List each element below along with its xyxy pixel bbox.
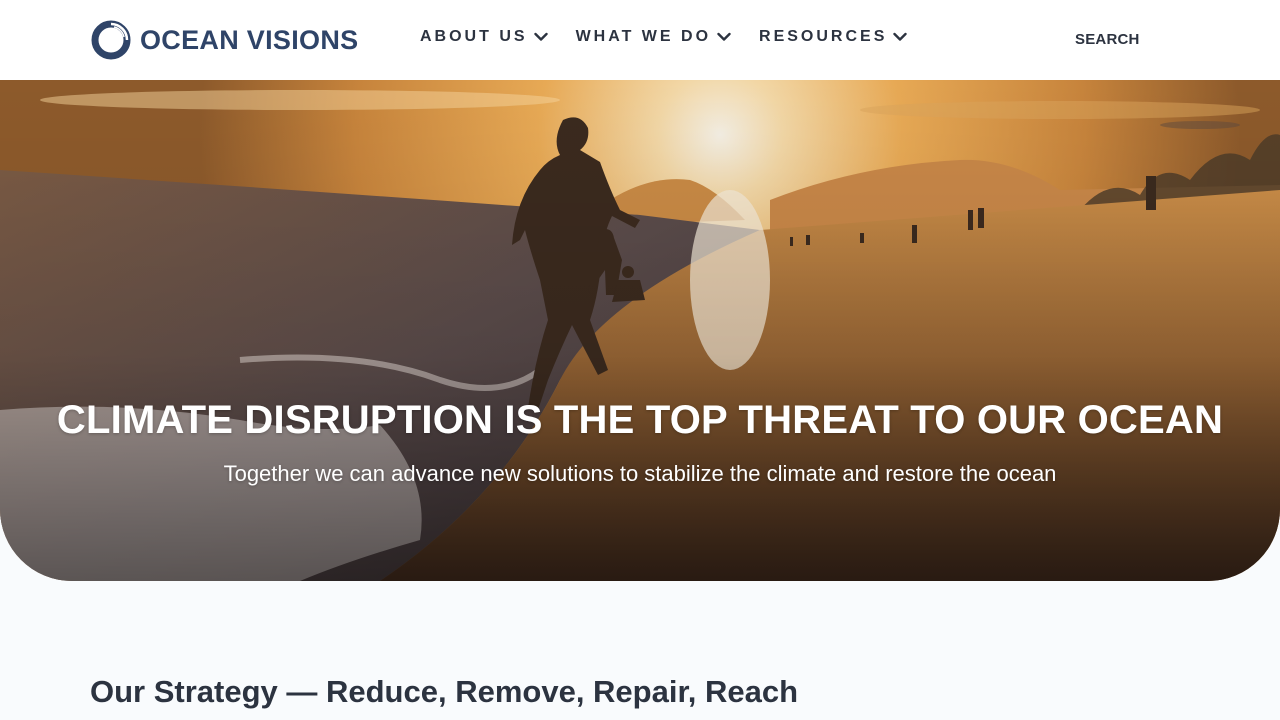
logo-text: OCEAN VISIONS [140, 24, 359, 55]
nav-about-us-label: ABOUT US [420, 28, 528, 45]
hero-subtitle: Together we can advance new solutions to… [223, 461, 1057, 486]
chevron-down-icon [533, 32, 548, 41]
hero-banner: CLIMATE DISRUPTION IS THE TOP THREAT TO … [0, 80, 1280, 581]
ocean-visions-logo-icon [91, 20, 131, 60]
chevron-down-icon [893, 32, 908, 41]
nav-resources-label: RESOURCES [759, 28, 888, 45]
main-nav: ABOUT US WHAT WE DO RESOURCES [420, 28, 935, 46]
nav-about-us[interactable]: ABOUT US [420, 28, 548, 46]
logo-link[interactable]: OCEAN VISIONS [90, 18, 358, 62]
hero-title: CLIMATE DISRUPTION IS THE TOP THREAT TO … [56, 398, 1224, 442]
strategy-heading: Our Strategy — Reduce, Remove, Repair, R… [90, 674, 799, 709]
nav-resources[interactable]: RESOURCES [759, 28, 908, 46]
nav-what-we-do-label: WHAT WE DO [575, 28, 712, 45]
nav-what-we-do[interactable]: WHAT WE DO [576, 28, 731, 46]
chevron-down-icon [717, 32, 731, 41]
search-link[interactable]: SEARCH [1075, 31, 1140, 48]
hero-image [0, 80, 1280, 581]
site-header: OCEAN VISIONS ABOUT US WHAT WE DO RESOUR… [0, 0, 1280, 80]
